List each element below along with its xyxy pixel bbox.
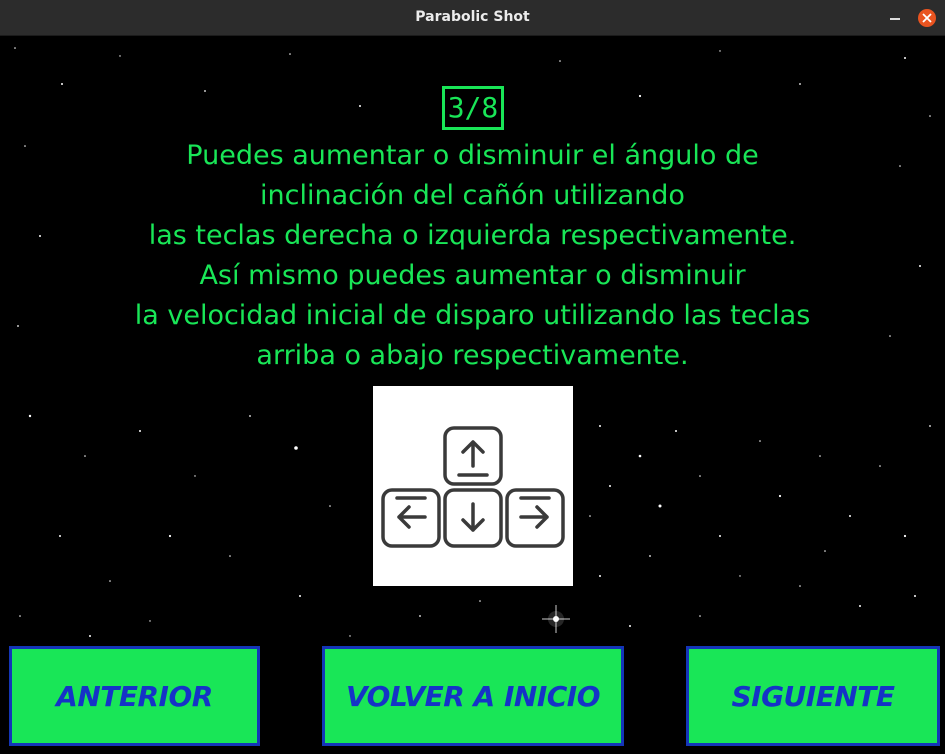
arrow-right-key-icon: [505, 488, 565, 548]
instruction-line: las teclas derecha o izquierda respectiv…: [148, 220, 797, 251]
slide-counter: 3/8: [442, 86, 504, 130]
arrow-up-key-icon: [443, 426, 503, 486]
next-button[interactable]: SIGUIENTE: [686, 646, 940, 746]
close-icon[interactable]: [918, 9, 936, 27]
instruction-line: inclinación del cañón utilizando: [260, 180, 685, 211]
arrow-down-key-icon: [443, 488, 503, 548]
window-title: Parabolic Shot: [415, 9, 530, 25]
instruction-line: Puedes aumentar o disminuir el ángulo de: [186, 140, 759, 171]
instruction-line: Así mismo puedes aumentar o disminuir: [199, 260, 746, 291]
back-to-home-button[interactable]: VOLVER A INICIO: [322, 646, 624, 746]
previous-button[interactable]: ANTERIOR: [9, 646, 260, 746]
instruction-line: arriba o abajo respectivamente.: [256, 340, 689, 371]
arrow-keys-image: [373, 386, 573, 586]
minimize-icon[interactable]: [886, 9, 904, 27]
window-titlebar: Parabolic Shot: [0, 0, 945, 36]
instruction-line: la velocidad inicial de disparo utilizan…: [134, 300, 811, 331]
instruction-panel: Puedes aumentar o disminuir el ángulo de…: [72, 136, 873, 376]
game-canvas: 3/8 Puedes aumentar o disminuir el ángul…: [0, 36, 945, 754]
arrow-left-key-icon: [381, 488, 441, 548]
